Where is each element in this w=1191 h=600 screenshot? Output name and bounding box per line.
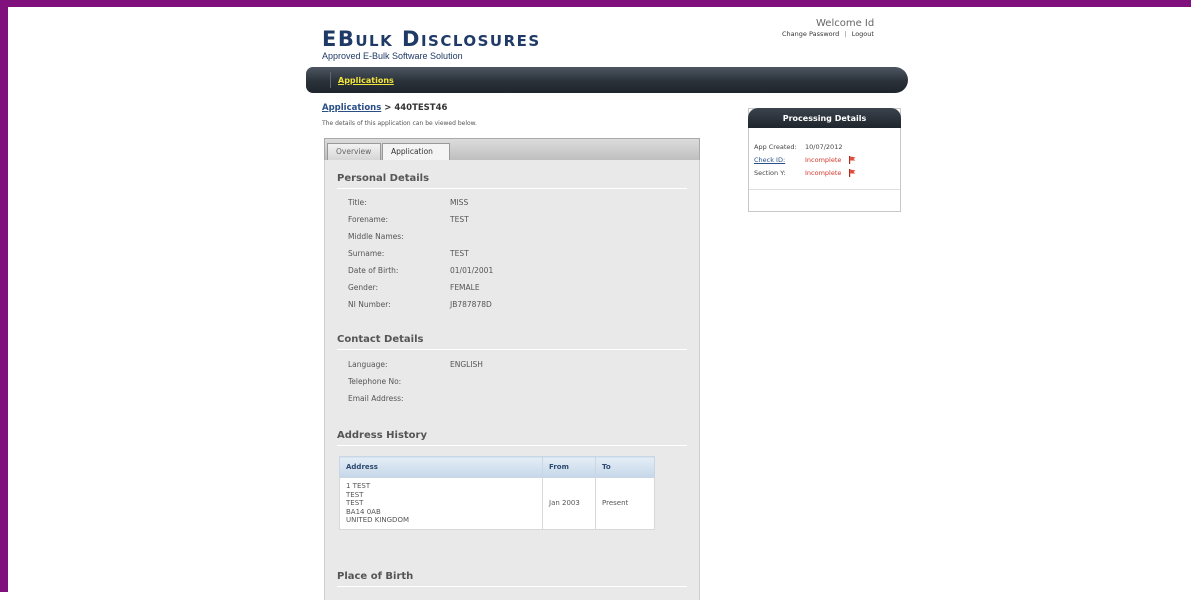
forename-value: TEST bbox=[450, 215, 469, 224]
column-header-to: To bbox=[595, 456, 655, 478]
welcome-text: Welcome Id bbox=[816, 18, 875, 29]
address-history-table: Address From To 1 TEST TEST TEST BA14 0A… bbox=[339, 456, 655, 530]
window-frame-left bbox=[0, 0, 8, 592]
user-links-separator: | bbox=[844, 30, 847, 38]
user-links: Change Password | Logout bbox=[782, 30, 874, 38]
processing-details-heading: Processing Details bbox=[748, 108, 901, 128]
surname-label: Surname: bbox=[348, 249, 385, 258]
red-flag-icon bbox=[849, 156, 856, 164]
brand-subtitle: Approved E-Bulk Software Solution bbox=[322, 51, 463, 61]
section-divider bbox=[337, 349, 687, 350]
personal-details-heading: Personal Details bbox=[337, 173, 430, 184]
address-cell: 1 TEST TEST TEST BA14 0AB UNITED KINGDOM bbox=[339, 477, 543, 530]
check-id-status: Incomplete bbox=[805, 156, 842, 164]
processing-divider bbox=[749, 189, 900, 190]
ni-number-label: NI Number: bbox=[348, 300, 391, 309]
from-cell: Jan 2003 bbox=[542, 477, 596, 530]
section-divider bbox=[337, 188, 687, 189]
address-line: BA14 0AB bbox=[346, 507, 381, 516]
section-y-status: Incomplete bbox=[805, 169, 842, 177]
processing-details-box: Processing Details App Created: 10/07/201… bbox=[748, 108, 901, 212]
nav-divider bbox=[330, 72, 331, 88]
tab-overview[interactable]: Overview bbox=[327, 143, 381, 160]
surname-value: TEST bbox=[450, 249, 469, 258]
breadcrumb-current: 440TEST46 bbox=[394, 103, 448, 113]
nav-item-applications[interactable]: Applications bbox=[338, 76, 394, 85]
address-line: TEST bbox=[346, 499, 364, 507]
address-history-heading: Address History bbox=[337, 430, 428, 441]
middle-names-label: Middle Names: bbox=[348, 232, 404, 241]
window-frame-top bbox=[0, 0, 1191, 7]
app-created-row: App Created: 10/07/2012 bbox=[754, 143, 842, 151]
main-nav-bar: Applications bbox=[306, 67, 908, 93]
brand-title: EBulk Disclosures bbox=[322, 27, 541, 51]
title-value: MISS bbox=[450, 198, 469, 207]
language-value: ENGLISH bbox=[450, 360, 483, 369]
breadcrumb-applications-link[interactable]: Applications bbox=[322, 103, 381, 113]
gender-label: Gender: bbox=[348, 283, 379, 292]
forename-label: Forename: bbox=[348, 215, 388, 224]
gender-value: FEMALE bbox=[450, 283, 480, 292]
check-id-link[interactable]: Check ID: bbox=[754, 156, 805, 164]
tab-bar: Overview Application bbox=[324, 138, 700, 161]
app-created-value: 10/07/2012 bbox=[805, 143, 843, 151]
contact-details-heading: Contact Details bbox=[337, 334, 424, 345]
title-label: Title: bbox=[348, 198, 367, 207]
logout-link[interactable]: Logout bbox=[852, 30, 874, 38]
check-id-row: Check ID: Incomplete bbox=[754, 156, 856, 164]
section-divider bbox=[337, 445, 687, 446]
section-y-label: Section Y: bbox=[754, 169, 786, 177]
breadcrumb-separator: > bbox=[381, 103, 395, 113]
email-label: Email Address: bbox=[348, 394, 404, 403]
telephone-label: Telephone No: bbox=[348, 377, 402, 386]
app-created-label: App Created: bbox=[754, 143, 797, 151]
user-panel: Welcome Id Change Password | Logout bbox=[782, 18, 874, 38]
breadcrumb: Applications > 440TEST46 bbox=[322, 103, 447, 113]
application-detail-panel: Personal Details Title: MISS Forename: T… bbox=[324, 160, 700, 600]
to-cell: Present bbox=[595, 477, 655, 530]
intro-text: The details of this application can be v… bbox=[322, 120, 477, 127]
address-line: TEST bbox=[346, 490, 364, 499]
date-of-birth-value: 01/01/2001 bbox=[450, 266, 494, 275]
red-flag-icon bbox=[849, 169, 856, 177]
table-header-row: Address From To bbox=[339, 456, 655, 478]
address-line: 1 TEST bbox=[346, 482, 371, 490]
change-password-link[interactable]: Change Password bbox=[782, 30, 839, 38]
language-label: Language: bbox=[348, 360, 388, 369]
column-header-from: From bbox=[542, 456, 596, 478]
section-y-row: Section Y: Incomplete bbox=[754, 169, 856, 177]
date-of-birth-label: Date of Birth: bbox=[348, 266, 399, 275]
brand-logo: EBulk Disclosures Approved E-Bulk Softwa… bbox=[322, 28, 541, 61]
tab-application[interactable]: Application bbox=[382, 143, 450, 161]
table-row: 1 TEST TEST TEST BA14 0AB UNITED KINGDOM… bbox=[339, 477, 655, 530]
section-divider bbox=[337, 586, 687, 587]
address-line: UNITED KINGDOM bbox=[346, 516, 409, 524]
place-of-birth-heading: Place of Birth bbox=[337, 571, 414, 582]
ni-number-value: JB787878D bbox=[450, 300, 492, 309]
column-header-address: Address bbox=[339, 456, 543, 478]
